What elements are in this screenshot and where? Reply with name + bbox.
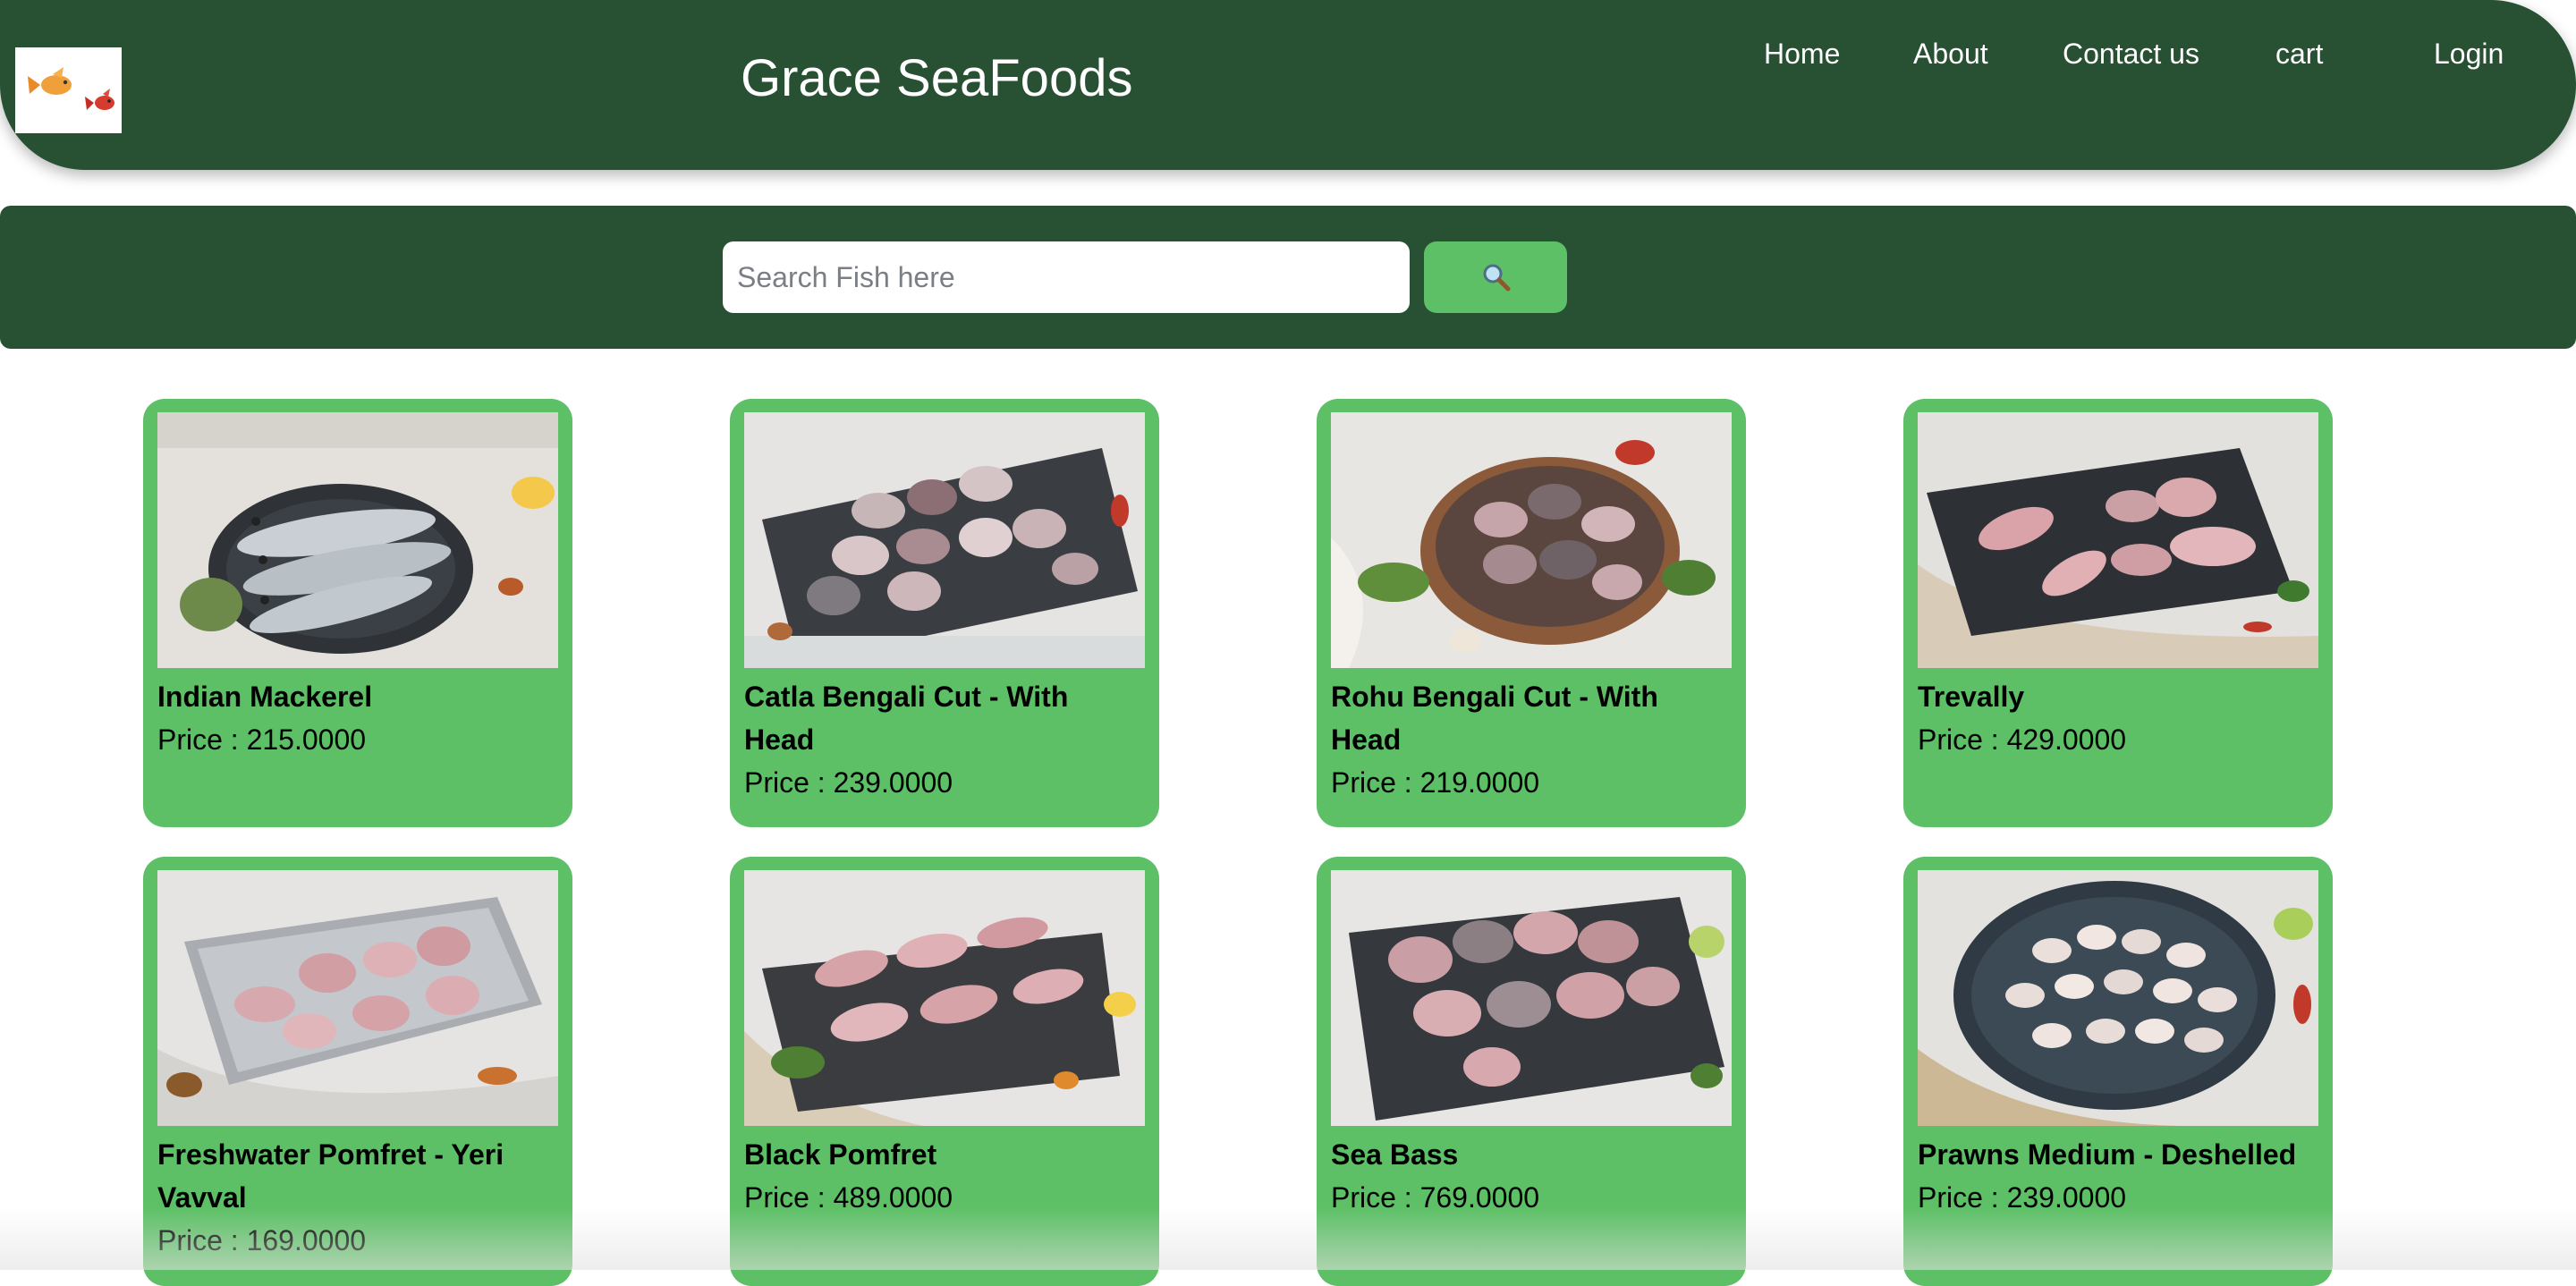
product-name: Catla Bengali Cut - With Head bbox=[744, 681, 1069, 756]
product-image-prawns bbox=[1918, 870, 2318, 1126]
product-image-sea-bass bbox=[1331, 870, 1732, 1126]
product-name: Sea Bass bbox=[1331, 1138, 1459, 1171]
product-card[interactable]: Trevally Price : 429.0000 bbox=[1903, 399, 2333, 827]
product-price: Price : 769.0000 bbox=[1331, 1181, 1540, 1214]
product-image-trevally bbox=[1918, 412, 2318, 668]
product-image-black-pomfret bbox=[744, 870, 1145, 1126]
nav-login[interactable]: Login bbox=[2434, 38, 2504, 71]
product-price: Price : 489.0000 bbox=[744, 1181, 953, 1214]
product-image-catla bbox=[744, 412, 1145, 668]
product-price: Price : 219.0000 bbox=[1331, 766, 1540, 799]
product-name: Trevally bbox=[1918, 681, 2025, 713]
product-card[interactable]: Sea Bass Price : 769.0000 bbox=[1317, 857, 1746, 1286]
product-price: Price : 239.0000 bbox=[1918, 1181, 2127, 1214]
product-card[interactable]: Rohu Bengali Cut - With Head Price : 219… bbox=[1317, 399, 1746, 827]
search-icon bbox=[1480, 261, 1511, 294]
product-image-mackerel bbox=[157, 412, 558, 668]
product-image-rohu bbox=[1331, 412, 1732, 668]
product-price: Price : 239.0000 bbox=[744, 766, 953, 799]
product-price: Price : 429.0000 bbox=[1918, 723, 2127, 756]
nav-about[interactable]: About bbox=[1913, 38, 1988, 71]
search-input[interactable] bbox=[723, 241, 1410, 313]
nav-home[interactable]: Home bbox=[1764, 38, 1840, 71]
product-card[interactable]: Prawns Medium - Deshelled Price : 239.00… bbox=[1903, 857, 2333, 1286]
product-name: Prawns Medium - Deshelled bbox=[1918, 1138, 2297, 1171]
product-card[interactable]: Black Pomfret Price : 489.0000 bbox=[730, 857, 1159, 1286]
product-name: Black Pomfret bbox=[744, 1138, 937, 1171]
nav-contact-us[interactable]: Contact us bbox=[2063, 38, 2199, 71]
product-name: Indian Mackerel bbox=[157, 681, 373, 713]
product-card[interactable]: Catla Bengali Cut - With Head Price : 23… bbox=[730, 399, 1159, 827]
nav-cart[interactable]: cart bbox=[2275, 38, 2323, 71]
product-card[interactable]: Freshwater Pomfret - Yeri Vavval Price :… bbox=[143, 857, 572, 1286]
product-name: Freshwater Pomfret - Yeri Vavval bbox=[157, 1138, 504, 1214]
search-button[interactable] bbox=[1424, 241, 1567, 313]
product-image-freshwater-pomfret bbox=[157, 870, 558, 1126]
product-name: Rohu Bengali Cut - With Head bbox=[1331, 681, 1658, 756]
product-card[interactable]: Indian Mackerel Price : 215.0000 bbox=[143, 399, 572, 827]
fish-logo-icon[interactable] bbox=[15, 47, 122, 133]
product-price: Price : 169.0000 bbox=[157, 1224, 367, 1256]
product-price: Price : 215.0000 bbox=[157, 723, 367, 756]
brand-title: Grace SeaFoods bbox=[741, 49, 1133, 107]
top-header: Grace SeaFoods Home About Contact us car… bbox=[0, 0, 2576, 170]
